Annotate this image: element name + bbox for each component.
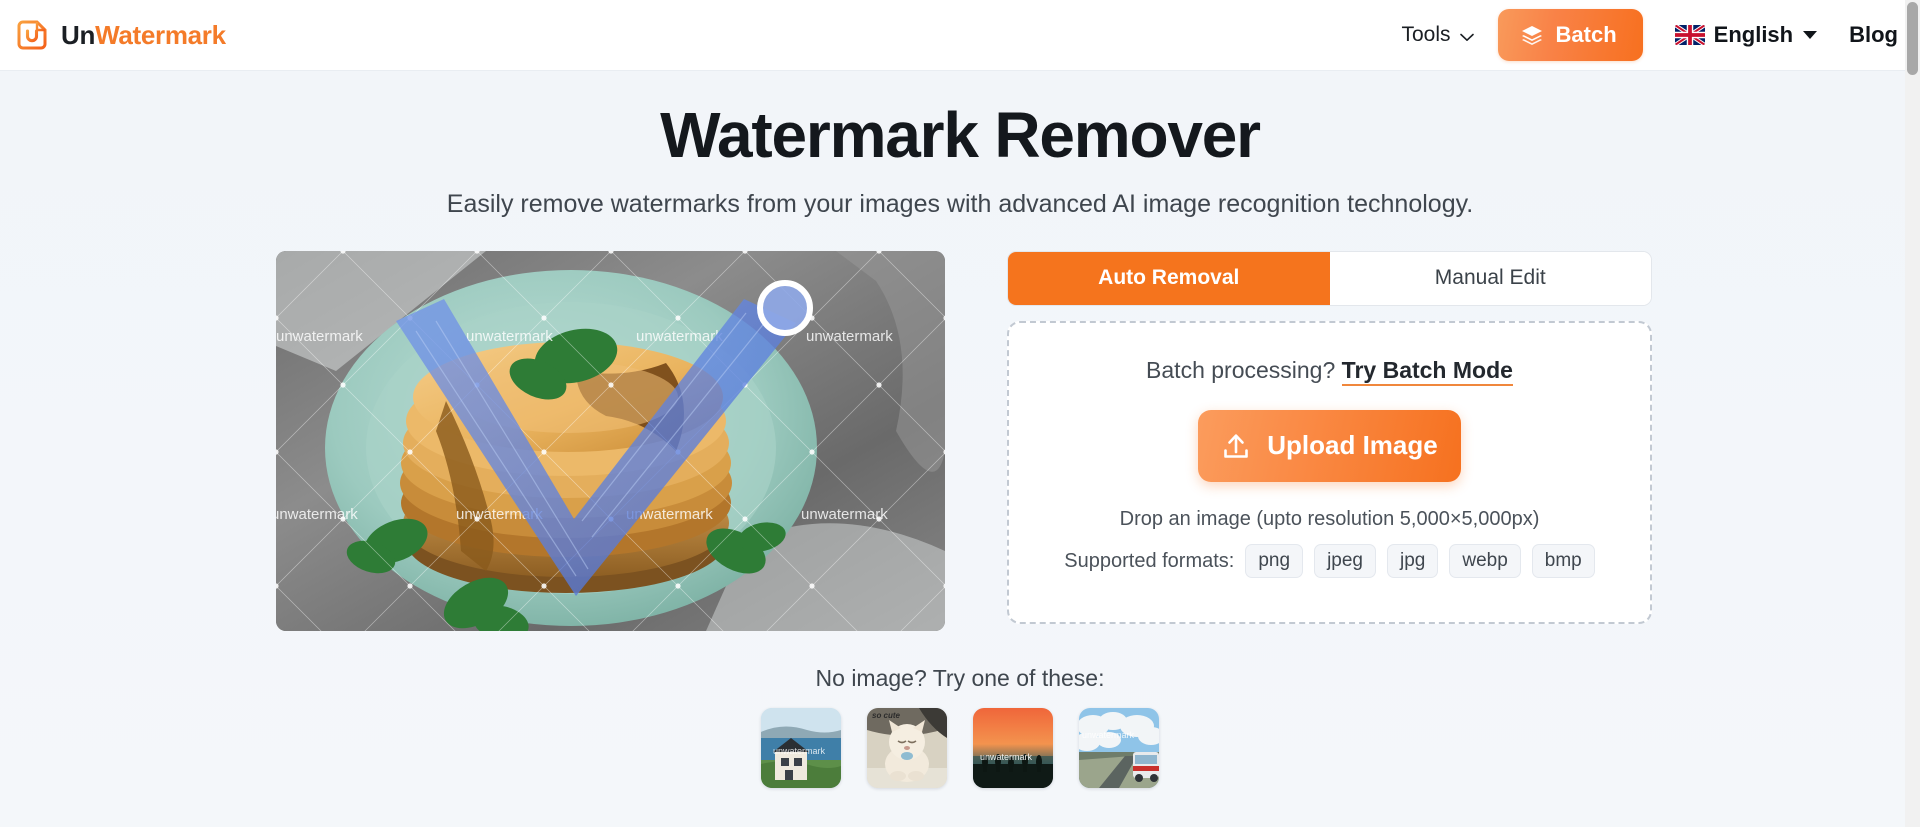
document-u-logo-icon [14,17,50,53]
format-badge-png[interactable]: png [1245,543,1304,579]
tab-auto-removal[interactable]: Auto Removal [1008,251,1330,305]
brand-logo-link[interactable]: UnWatermark [14,17,226,53]
page-scrollbar-track[interactable] [1905,0,1920,827]
sample-sunset-silhouette[interactable]: unwatermark [973,707,1053,788]
upload-button-label: Upload Image [1267,430,1438,461]
format-badge-jpg[interactable]: jpg [1386,543,1439,579]
tool-panel: Auto Removal Manual Edit Batch processin… [1007,250,1652,631]
sample-cat[interactable]: so cute [867,707,947,788]
batch-button-label: Batch [1555,22,1617,47]
svg-text:unwatermark: unwatermark [276,506,358,523]
format-badge-webp[interactable]: webp [1449,543,1521,579]
page-title: Watermark Remover [660,99,1261,171]
header-nav: Tools Batch English Blog [1392,9,1898,61]
svg-text:unwatermark: unwatermark [801,506,888,523]
work-area: unwatermark unwatermark unwatermark unwa… [0,250,1920,631]
svg-text:unwatermark: unwatermark [276,328,363,345]
main-content: Watermark Remover Easily remove watermar… [0,71,1920,827]
mode-tabs: Auto Removal Manual Edit [1007,250,1652,306]
supported-formats-label: Supported formats: [1064,549,1235,572]
site-header: UnWatermark Tools Batch English Blog [0,0,1920,71]
svg-text:unwatermark: unwatermark [806,328,893,345]
page-subtitle: Easily remove watermarks from your image… [446,189,1474,218]
upload-dropzone[interactable]: Batch processing? Try Batch Mode Upload … [1007,320,1652,624]
layers-icon [1520,23,1544,47]
batch-button[interactable]: Batch [1497,9,1643,61]
blog-link[interactable]: Blog [1849,22,1898,48]
sample-house-coast[interactable]: unwatermark [761,707,841,788]
batch-prompt: Batch processing? Try Batch Mode [1146,356,1513,386]
sample-bus-clouds[interactable]: unwatermark [1079,707,1159,788]
format-badge-bmp[interactable]: bmp [1531,543,1595,579]
drop-hint-text: Drop an image (upto resolution 5,000×5,0… [1119,507,1540,530]
brand-name-prefix: Un [61,19,96,50]
svg-text:unwatermark: unwatermark [980,752,1033,762]
nav-tools-menu[interactable]: Tools [1392,17,1484,53]
language-label: English [1713,22,1794,47]
supported-formats: Supported formats: png jpeg jpg webp bmp [1064,543,1595,579]
sample-images-section: No image? Try one of these: unwatermark [0,665,1920,788]
brand-name-suffix: Watermark [95,19,226,50]
try-batch-mode-link[interactable]: Try Batch Mode [1341,356,1513,386]
svg-text:unwatermark: unwatermark [773,746,826,756]
format-badge-jpeg[interactable]: jpeg [1314,543,1376,579]
chevron-down-icon [1459,33,1474,42]
svg-text:so cute: so cute [872,711,901,720]
page-scrollbar-thumb[interactable] [1907,2,1918,75]
sample-images-list: unwatermark so cute unwatermark unwaterm… [0,707,1920,788]
svg-text:unwatermark: unwatermark [466,328,553,345]
language-selector[interactable]: English [1674,22,1818,48]
nav-tools-label: Tools [1401,23,1451,46]
uk-flag-icon [1674,25,1705,45]
brand-name: UnWatermark [61,20,226,51]
sample-images-label: No image? Try one of these: [815,664,1105,691]
svg-text:unwatermark: unwatermark [1082,730,1135,740]
upload-arrow-icon [1221,431,1251,461]
svg-text:unwatermark: unwatermark [636,328,723,345]
pancake-demo-image: unwatermark unwatermark unwatermark unwa… [276,250,945,631]
caret-down-icon [1803,31,1818,39]
batch-prompt-text: Batch processing? [1146,356,1336,383]
upload-image-button[interactable]: Upload Image [1198,409,1461,482]
tab-manual-edit[interactable]: Manual Edit [1329,251,1651,305]
